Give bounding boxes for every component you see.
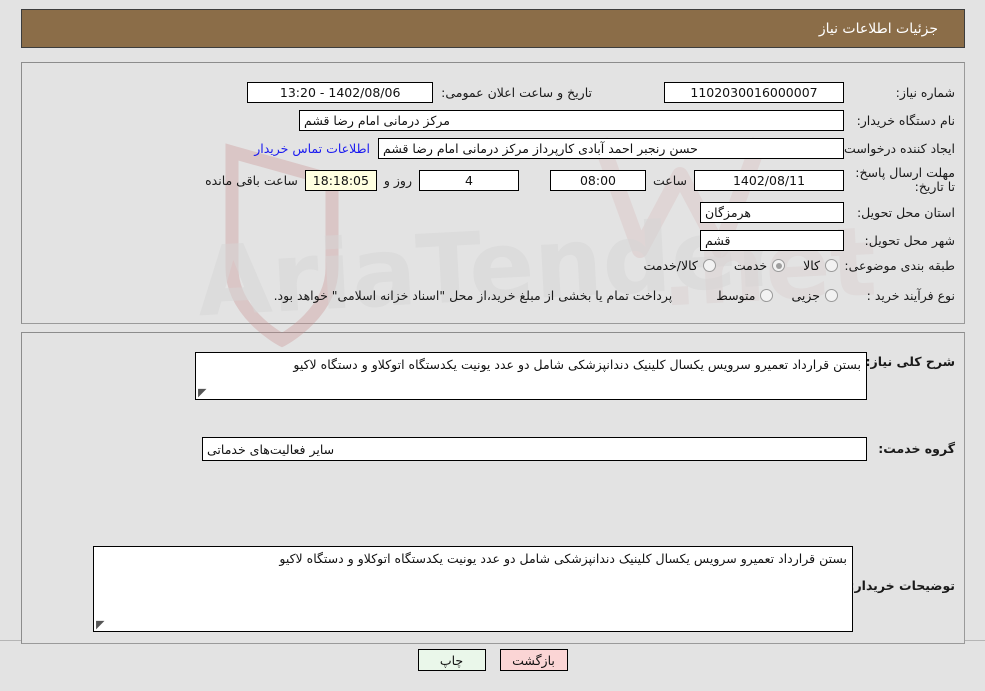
remaining-days-label: روز و <box>383 172 412 188</box>
row-process-type: نوع فرآیند خرید : جزیی متوسط پرداخت تمام… <box>274 288 955 304</box>
remaining-time-value: 18:18:05 <box>304 169 377 191</box>
row-city: شهر محل تحویل: قشم <box>700 230 955 251</box>
process-note: پرداخت تمام یا بخشی از مبلغ خرید،از محل … <box>273 288 673 303</box>
row-province: استان محل تحویل: هرمزگان <box>700 202 955 223</box>
category-label: طبقه بندی موضوعی: <box>844 258 955 273</box>
row-creator: ایجاد کننده درخواست: حسن رنجبر احمد آباد… <box>254 138 955 159</box>
buyer-notes-label: توضیحات خریدار: <box>849 578 955 593</box>
radio-kala-khedmat-icon[interactable] <box>702 259 716 273</box>
province-value: هرمزگان <box>700 202 844 223</box>
row-need-number: شماره نیاز: 1102030016000007 <box>664 82 955 103</box>
creator-value: حسن رنجبر احمد آبادی کارپرداز مرکز درمان… <box>378 138 844 159</box>
radio-motevaset-icon[interactable] <box>760 289 774 303</box>
buyer-org-label: نام دستگاه خریدار: <box>856 112 955 128</box>
deadline-label: مهلت ارسال پاسخ: تا تاریخ: <box>855 165 955 195</box>
deadline-date-value: 1402/08/11 <box>694 169 844 191</box>
footer-buttons: بازگشت چاپ <box>0 649 985 671</box>
deadline-hour-value: 08:00 <box>549 169 646 191</box>
radio-motevaset-label: متوسط <box>716 288 756 304</box>
buyer-notes-textarea[interactable]: بستن قرارداد تعمیرو سرویس یکسال کلینیک د… <box>93 546 853 632</box>
page-title: جزئیات اطلاعات نیاز <box>818 20 938 37</box>
service-group-value: سایر فعالیت‌های خدماتی <box>202 437 867 461</box>
remaining-time-label: ساعت باقی مانده <box>205 172 298 188</box>
resize-grip-icon-2[interactable]: ◥ <box>96 618 108 631</box>
radio-option-kala-khedmat[interactable]: کالا/خدمت <box>643 258 716 274</box>
print-button[interactable]: چاپ <box>417 649 486 671</box>
row-public-announce: تاریخ و ساعت اعلان عمومی: 1402/08/06 - 1… <box>247 82 592 103</box>
radio-option-jozii[interactable]: جزیی <box>791 288 838 303</box>
row-category: طبقه بندی موضوعی: کالا خدمت کالا/خدمت <box>625 258 955 274</box>
row-buyer-org: نام دستگاه خریدار: مرکز درمانی امام رضا … <box>299 110 955 131</box>
radio-option-kala[interactable]: کالا <box>803 258 838 273</box>
public-announce-label: تاریخ و ساعت اعلان عمومی: <box>441 84 592 100</box>
radio-option-motevaset[interactable]: متوسط <box>716 288 774 304</box>
radio-kala-khedmat-label: کالا/خدمت <box>643 258 698 274</box>
general-desc-value: بستن قرارداد تعمیرو سرویس یکسال کلینیک د… <box>293 357 861 372</box>
radio-option-khedmat[interactable]: خدمت <box>733 258 786 274</box>
remaining-days-value: 4 <box>418 169 519 191</box>
radio-kala-label: کالا <box>803 258 820 274</box>
general-desc-textarea[interactable]: بستن قرارداد تعمیرو سرویس یکسال کلینیک د… <box>195 352 867 400</box>
service-group-label: گروه خدمت: <box>878 441 955 457</box>
need-number-label: شماره نیاز: <box>895 84 955 100</box>
creator-label: ایجاد کننده درخواست: <box>839 140 955 156</box>
radio-jozii-label: جزیی <box>791 288 820 304</box>
process-label: نوع فرآیند خرید : <box>866 288 955 303</box>
radio-khedmat-label: خدمت <box>733 258 768 274</box>
deadline-hour-label: ساعت <box>652 172 687 188</box>
resize-grip-icon[interactable]: ◥ <box>198 386 210 399</box>
general-desc-label: شرح کلی نیاز: <box>865 354 955 369</box>
page-header: جزئیات اطلاعات نیاز <box>21 9 965 48</box>
public-announce-value: 1402/08/06 - 13:20 <box>247 82 434 103</box>
radio-kala-icon[interactable] <box>825 259 838 273</box>
back-button[interactable]: بازگشت <box>499 649 568 671</box>
radio-jozii-icon[interactable] <box>825 289 838 303</box>
city-label: شهر محل تحویل: <box>864 232 955 248</box>
row-service-group: گروه خدمت: سایر فعالیت‌های خدماتی <box>202 437 955 461</box>
row-buyer-notes: توضیحات خریدار: بستن قرارداد تعمیرو سروی… <box>93 546 955 632</box>
city-value: قشم <box>700 230 844 251</box>
need-number-value: 1102030016000007 <box>664 82 844 103</box>
page-root: AriaTender .net جزئیات اطلاعات نیاز شمار… <box>0 0 985 691</box>
row-general-description: شرح کلی نیاز: بستن قرارداد تعمیرو سرویس … <box>195 352 955 400</box>
row-deadline: مهلت ارسال پاسخ: تا تاریخ: 1402/08/11 سا… <box>205 165 955 195</box>
buyer-contact-link[interactable]: اطلاعات تماس خریدار <box>254 141 370 156</box>
radio-khedmat-icon[interactable] <box>772 259 786 273</box>
province-label: استان محل تحویل: <box>856 204 955 220</box>
buyer-org-value: مرکز درمانی امام رضا قشم <box>299 110 844 131</box>
buyer-notes-value: بستن قرارداد تعمیرو سرویس یکسال کلینیک د… <box>279 551 847 566</box>
